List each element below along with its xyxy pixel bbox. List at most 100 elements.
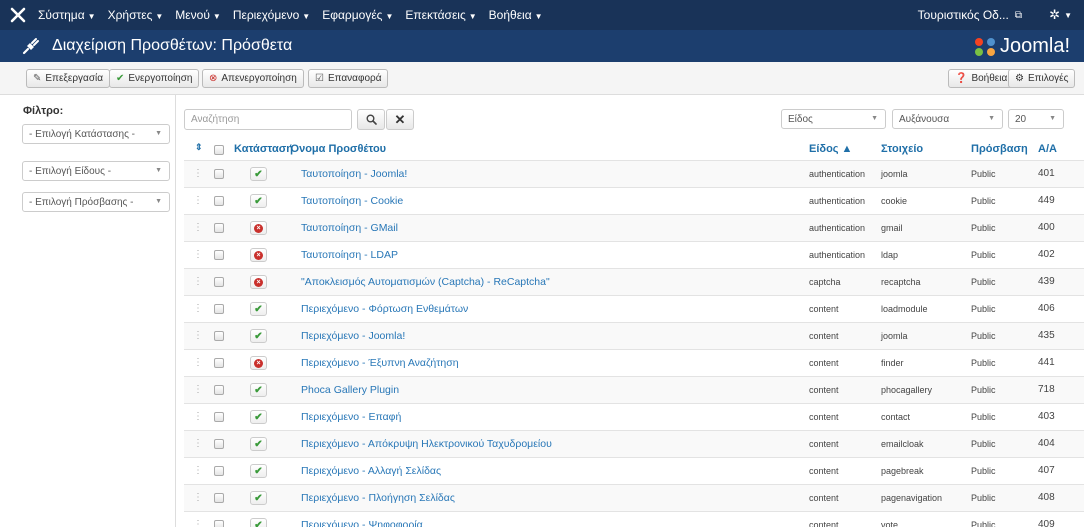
row-checkbox[interactable]	[214, 169, 224, 179]
access-column-header[interactable]: Πρόσβαση	[971, 143, 1028, 155]
status-toggle-button[interactable]: ✔	[250, 464, 267, 478]
status-filter-select[interactable]: - Επιλογή Κατάστασης - ▼	[22, 124, 170, 144]
row-checkbox[interactable]	[214, 196, 224, 206]
menu-users[interactable]: Χρήστες ▼	[102, 8, 170, 22]
plugin-name-link[interactable]: Περιεχόμενο - Αλλαγή Σελίδας	[301, 465, 441, 477]
row-checkbox[interactable]	[214, 385, 224, 395]
menu-content[interactable]: Περιεχόμενο ▼	[227, 8, 316, 22]
access-filter-select[interactable]: - Επιλογή Πρόσβασης - ▼	[22, 192, 170, 212]
drag-handle-icon[interactable]: ⋮	[193, 222, 203, 233]
table-row: ⋮ ✔ Περιεχόμενο - Επαφή content contact Publi…	[184, 403, 1084, 430]
joomla-icon[interactable]	[9, 6, 27, 24]
plug-icon	[22, 38, 39, 55]
drag-handle-icon[interactable]: ⋮	[193, 276, 203, 287]
plugin-id: 402	[1038, 249, 1055, 260]
row-checkbox[interactable]	[214, 223, 224, 233]
status-toggle-button[interactable]: ✔	[250, 410, 267, 424]
drag-handle-icon[interactable]: ⋮	[193, 195, 203, 206]
plugin-type: content	[809, 520, 839, 527]
menu-menus[interactable]: Μενού ▼	[169, 8, 227, 22]
plugin-name-link[interactable]: Ταυτοποίηση - LDAP	[301, 249, 398, 261]
menu-system[interactable]: Σύστημα ▼	[32, 8, 102, 22]
drag-handle-icon[interactable]: ⋮	[193, 411, 203, 422]
row-checkbox[interactable]	[214, 331, 224, 341]
sort-field-select[interactable]: Είδος ▼	[781, 109, 886, 129]
check-icon: ✔	[254, 168, 263, 180]
plugin-name-link[interactable]: Περιεχόμενο - Φόρτωση Ενθεμάτων	[301, 303, 468, 315]
type-column-header[interactable]: Είδος ▲	[809, 143, 852, 155]
sort-direction-select[interactable]: Αυξάνουσα ▼	[892, 109, 1003, 129]
plugin-name-link[interactable]: Περιεχόμενο - Joomla!	[301, 330, 405, 342]
user-menu[interactable]: ✲ ▼	[1049, 0, 1072, 30]
ordering-sort-icon[interactable]: ⇕	[195, 142, 203, 153]
edit-button[interactable]: ✎ Επεξεργασία	[26, 69, 110, 88]
plugin-element: joomla	[881, 169, 908, 179]
row-checkbox[interactable]	[214, 466, 224, 476]
name-column-header[interactable]: Όνομα Προσθέτου	[290, 143, 386, 155]
element-column-header[interactable]: Στοιχείο	[881, 143, 923, 155]
plugin-name-link[interactable]: Περιεχόμενο - Επαφή	[301, 411, 401, 423]
status-toggle-button[interactable]: ✔	[250, 491, 267, 505]
menu-extensions[interactable]: Επεκτάσεις ▼	[399, 8, 482, 22]
status-toggle-button[interactable]: ✔	[250, 302, 267, 316]
plugin-name-link[interactable]: Ταυτοποίηση - Cookie	[301, 195, 403, 207]
id-column-header[interactable]: Α/Α	[1038, 143, 1057, 155]
row-checkbox[interactable]	[214, 250, 224, 260]
options-button[interactable]: ⚙ Επιλογές	[1008, 69, 1076, 88]
menu-help[interactable]: Βοήθεια ▼	[483, 8, 549, 22]
plugin-name-link[interactable]: Phoca Gallery Plugin	[301, 384, 399, 396]
status-toggle-button[interactable]: ✔	[250, 518, 267, 527]
status-toggle-button[interactable]: ×	[250, 356, 267, 370]
drag-handle-icon[interactable]: ⋮	[193, 303, 203, 314]
status-toggle-button[interactable]: ×	[250, 221, 267, 235]
checkin-button[interactable]: ☑ Επαναφορά	[308, 69, 389, 88]
enable-button[interactable]: ✔ Ενεργοποίηση	[109, 69, 200, 88]
plugin-access: Public	[971, 196, 996, 206]
list-limit-select[interactable]: 20 ▼	[1008, 109, 1064, 129]
plugin-name-link[interactable]: Ταυτοποίηση - Joomla!	[301, 168, 407, 180]
plugin-name-link[interactable]: Περιεχόμενο - Ψηφοφορία	[301, 519, 423, 527]
site-link[interactable]: Τουριστικός Οδ... ⧉	[918, 0, 1022, 30]
help-button[interactable]: ❓ Βοήθεια	[948, 69, 1015, 88]
status-toggle-button[interactable]: ✔	[250, 329, 267, 343]
drag-handle-icon[interactable]: ⋮	[193, 249, 203, 260]
drag-handle-icon[interactable]: ⋮	[193, 438, 203, 449]
clear-search-button[interactable]: ✕	[386, 109, 414, 130]
status-toggle-button[interactable]: ×	[250, 275, 267, 289]
plugin-name-link[interactable]: Περιεχόμενο - Έξυπνη Αναζήτηση	[301, 357, 459, 369]
plugin-type: content	[809, 466, 839, 476]
row-checkbox[interactable]	[214, 358, 224, 368]
plugin-name-link[interactable]: Περιεχόμενο - Απόκρυψη Ηλεκτρονικού Ταχυ…	[301, 438, 552, 450]
drag-handle-icon[interactable]: ⋮	[193, 384, 203, 395]
row-checkbox[interactable]	[214, 520, 224, 527]
plugin-name-link[interactable]: Περιεχόμενο - Πλοήγηση Σελίδας	[301, 492, 455, 504]
select-all-checkbox[interactable]	[214, 145, 224, 155]
chevron-down-icon: ▼	[155, 167, 162, 174]
plugin-name-link[interactable]: "Αποκλεισμός Αυτοματισμών (Captcha) - Re…	[301, 276, 550, 288]
plugin-element: ldap	[881, 250, 899, 260]
disable-button[interactable]: ⊗ Απενεργοποίηση	[202, 69, 304, 88]
plugin-name-link[interactable]: Ταυτοποίηση - GMail	[301, 222, 398, 234]
plugin-id: 407	[1038, 465, 1055, 476]
status-toggle-button[interactable]: ✔	[250, 437, 267, 451]
drag-handle-icon[interactable]: ⋮	[193, 465, 203, 476]
drag-handle-icon[interactable]: ⋮	[193, 519, 203, 527]
status-toggle-button[interactable]: ✔	[250, 383, 267, 397]
search-input[interactable]: Αναζήτηση	[184, 109, 352, 130]
status-toggle-button[interactable]: ×	[250, 248, 267, 262]
status-toggle-button[interactable]: ✔	[250, 194, 267, 208]
row-checkbox[interactable]	[214, 493, 224, 503]
drag-handle-icon[interactable]: ⋮	[193, 330, 203, 341]
row-checkbox[interactable]	[214, 304, 224, 314]
status-column-header[interactable]: Κατάσταση	[234, 143, 293, 155]
menu-components[interactable]: Εφαρμογές ▼	[316, 8, 399, 22]
search-button[interactable]	[357, 109, 385, 130]
status-toggle-button[interactable]: ✔	[250, 167, 267, 181]
drag-handle-icon[interactable]: ⋮	[193, 357, 203, 368]
drag-handle-icon[interactable]: ⋮	[193, 168, 203, 179]
drag-handle-icon[interactable]: ⋮	[193, 492, 203, 503]
type-filter-select[interactable]: - Επιλογή Είδους - ▼	[22, 161, 170, 181]
row-checkbox[interactable]	[214, 412, 224, 422]
row-checkbox[interactable]	[214, 439, 224, 449]
row-checkbox[interactable]	[214, 277, 224, 287]
